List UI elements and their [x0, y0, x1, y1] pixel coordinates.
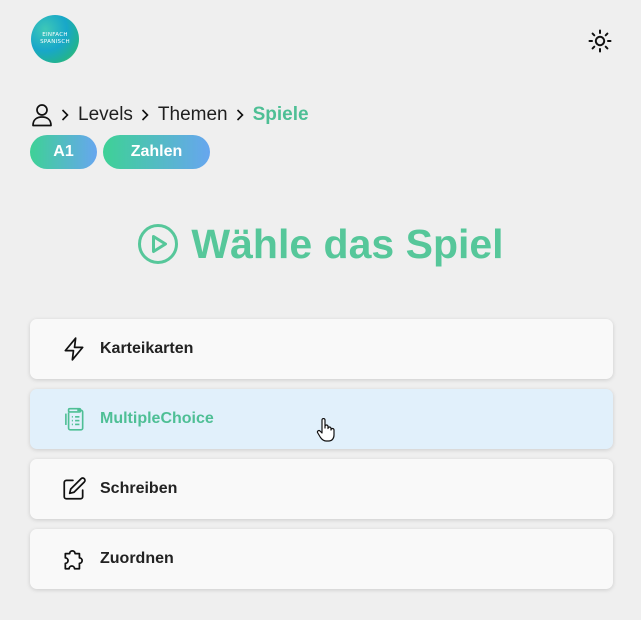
game-label: Karteikarten: [100, 340, 194, 357]
game-karteikarten-button[interactable]: Karteikarten: [30, 319, 613, 379]
logo-text-line2: SPANISCH: [40, 39, 70, 45]
play-circle-icon: [137, 223, 179, 265]
breadcrumb-home[interactable]: [31, 103, 53, 127]
topic-tag[interactable]: Zahlen: [103, 135, 210, 169]
pencil-square-icon: [61, 476, 87, 502]
game-multiplechoice-button[interactable]: MultipleChoice: [30, 389, 613, 449]
lightning-icon: [61, 336, 87, 362]
tag-list: A1 Zahlen: [30, 135, 210, 169]
puzzle-icon: [61, 546, 87, 572]
game-label: Schreiben: [100, 480, 178, 497]
game-zuordnen-button[interactable]: Zuordnen: [30, 529, 613, 589]
game-label: MultipleChoice: [100, 410, 214, 427]
clipboard-list-icon: [61, 406, 87, 432]
breadcrumb-levels[interactable]: Levels: [78, 104, 133, 126]
page-title: Wähle das Spiel: [0, 218, 641, 270]
game-list: Karteikarten MultipleChoice Schreiben Zu…: [30, 319, 613, 599]
theme-toggle-button[interactable]: [586, 27, 614, 55]
chevron-right-icon: [140, 108, 150, 122]
chevron-right-icon: [60, 108, 70, 122]
chevron-right-icon: [235, 108, 245, 122]
logo-text-line1: EINFACH: [42, 32, 68, 38]
breadcrumb: Levels Themen Spiele: [31, 101, 309, 129]
level-tag[interactable]: A1: [30, 135, 97, 169]
game-label: Zuordnen: [100, 550, 174, 567]
page-title-text: Wähle das Spiel: [191, 220, 504, 267]
breadcrumb-themen[interactable]: Themen: [158, 104, 228, 126]
app-logo[interactable]: EINFACH SPANISCH: [31, 15, 79, 63]
user-icon: [32, 104, 52, 127]
breadcrumb-spiele: Spiele: [252, 104, 309, 125]
game-schreiben-button[interactable]: Schreiben: [30, 459, 613, 519]
sun-icon: [588, 29, 612, 53]
